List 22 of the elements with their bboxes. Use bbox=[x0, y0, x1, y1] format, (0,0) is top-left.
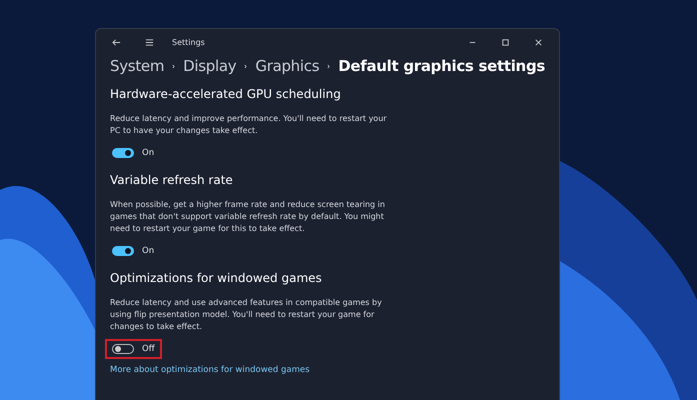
toggle-switch[interactable] bbox=[112, 344, 134, 354]
setting-title: Hardware-accelerated GPU scheduling bbox=[110, 87, 342, 101]
help-link[interactable]: More about optimizations for windowed games bbox=[110, 365, 545, 375]
window-title: Settings bbox=[172, 38, 205, 46]
toggle-state-label: Off bbox=[142, 344, 155, 354]
toggle-state-label: On bbox=[142, 246, 154, 256]
breadcrumb-item[interactable]: Display bbox=[183, 57, 236, 75]
toggle-switch[interactable] bbox=[112, 246, 134, 256]
toggle-switch[interactable] bbox=[112, 148, 134, 158]
breadcrumb-item[interactable]: System bbox=[110, 57, 164, 75]
setting-title: Optimizations for windowed games bbox=[110, 271, 323, 285]
menu-icon[interactable] bbox=[145, 38, 154, 46]
breadcrumb-item: Default graphics settings bbox=[338, 57, 546, 75]
setting-description: Reduce latency and improve performance. You'll need to restart your PC to have your changes take effect. bbox=[110, 113, 388, 137]
breadcrumb-item[interactable]: Graphics bbox=[255, 57, 320, 75]
maximize-icon[interactable] bbox=[501, 38, 510, 46]
setting-title: Variable refresh rate bbox=[110, 173, 234, 187]
toggle-state-label: On bbox=[142, 148, 154, 158]
setting-description: When possible, get a higher frame rate and reduce screen tearing in games that don't support variable refresh rate by default. You might need to restart your game for this to take effect. bbox=[110, 199, 386, 235]
back-icon[interactable] bbox=[112, 38, 121, 46]
close-icon[interactable] bbox=[534, 38, 543, 46]
setting-description: Reduce latency and use advanced features in compatible games by using flip presentation model. You'll need to restart your game for changes to take effect. bbox=[110, 297, 383, 333]
